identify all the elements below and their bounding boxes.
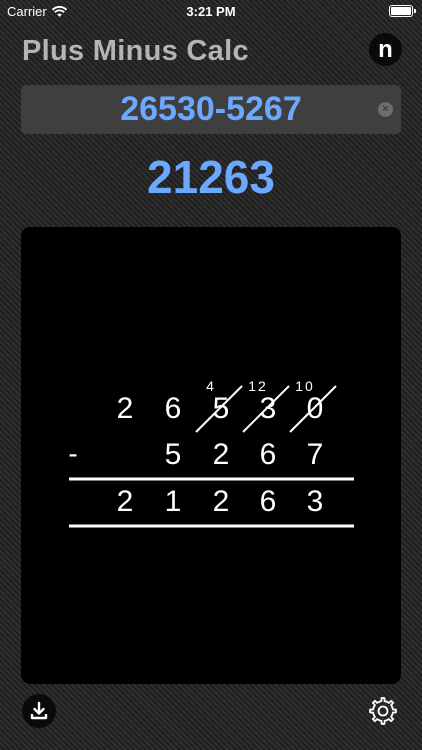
settings-button[interactable]: [366, 694, 400, 728]
answer-digit: 3: [307, 485, 324, 518]
subtrahend-digit: 7: [307, 438, 324, 471]
app-title: Plus Minus Calc: [22, 35, 249, 67]
minuend-digit: 5: [213, 392, 230, 425]
gear-outline: [369, 697, 397, 725]
gear-icon: [369, 697, 397, 725]
borrow-mark: 12: [248, 378, 268, 394]
status-time: 3:21 PM: [186, 4, 236, 19]
answer-digit: 2: [213, 485, 230, 518]
borrow-mark: 4: [206, 378, 216, 394]
minus-operator: -: [68, 438, 77, 469]
subtrahend-digit: 5: [165, 438, 182, 471]
work-board: 2 6 5 3 0 4 12 10-5 2 6 7 2 1 2 6 3: [21, 227, 401, 684]
minuend-digit: 2: [117, 392, 134, 425]
answer-digit: 2: [117, 485, 134, 518]
status-bar: Carrier 3:21 PM: [0, 0, 422, 22]
minuend-digit: 6: [165, 392, 182, 425]
subtrahend-digit: 6: [260, 438, 277, 471]
answer-digit: 6: [260, 485, 277, 518]
result-value: 21263: [147, 151, 275, 203]
expression-input[interactable]: [21, 85, 401, 134]
battery-fill: [391, 7, 411, 15]
minuend-digit: 3: [260, 392, 277, 425]
expression-field[interactable]: ×: [21, 85, 401, 134]
minuend-digit: 0: [307, 392, 324, 425]
answer-digit: 1: [165, 485, 182, 518]
subtraction-work: 2 6 5 3 04 12 10- 5 2 6 72 1 2 6 3: [68, 378, 354, 528]
battery-icon: [389, 5, 416, 17]
n-button[interactable]: n: [369, 33, 402, 66]
download-icon: [30, 701, 48, 720]
clear-icon[interactable]: ×: [378, 102, 393, 117]
subtrahend-digit: 2: [213, 438, 230, 471]
gear-hub: [377, 705, 389, 717]
borrow-mark: 10: [295, 378, 315, 394]
download-button[interactable]: [22, 694, 56, 728]
